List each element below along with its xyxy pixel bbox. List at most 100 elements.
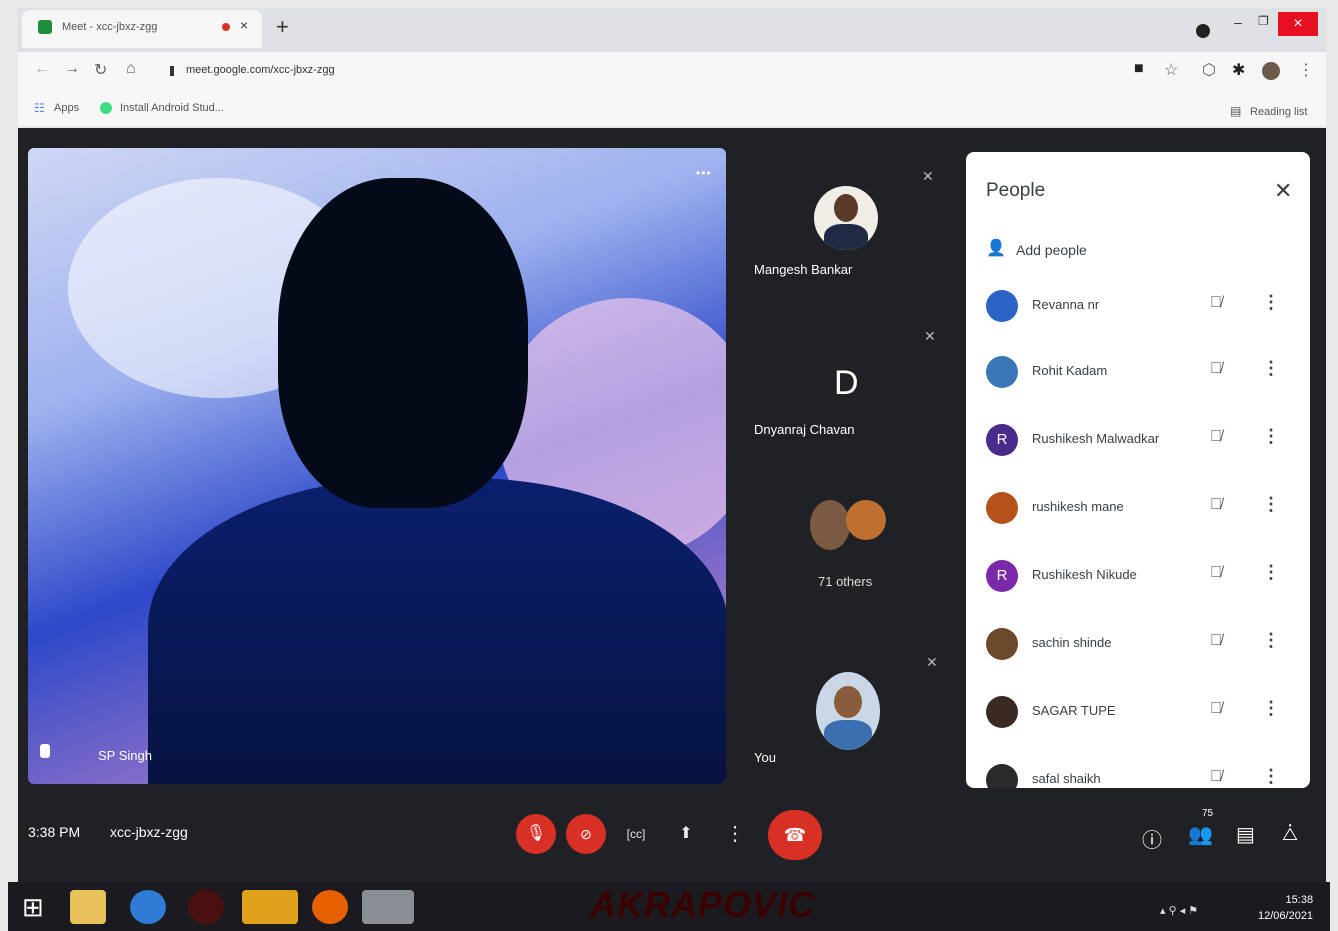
participant-avatar <box>986 356 1018 388</box>
more-options-icon[interactable]: ⋮ <box>1262 494 1280 515</box>
participant-name: Rushikesh Nikude <box>1032 567 1137 582</box>
more-options-icon[interactable]: ⋮ <box>1262 292 1280 313</box>
meeting-time: 3:38 PM <box>28 824 81 840</box>
meeting-details-icon[interactable]: ⓘ <box>1142 824 1162 853</box>
more-options-icon[interactable]: ⋮ <box>1262 562 1280 583</box>
address-bar[interactable]: meet.google.com/xcc-jbxz-zgg <box>186 64 335 76</box>
speaker-silhouette-head <box>278 178 528 508</box>
camera-toggle-button[interactable]: ⊘ <box>566 814 606 854</box>
participant-row[interactable]: SAGAR TUPE 🎙̸ ⋮ <box>966 682 1310 748</box>
tile-name-others: 71 others <box>818 574 873 589</box>
end-call-button[interactable]: ☎ <box>768 810 822 860</box>
participant-row[interactable]: rushikesh mane 🎙̸ ⋮ <box>966 478 1310 544</box>
participant-row[interactable]: safal shaikh 🎙̸ ⋮ <box>966 750 1310 788</box>
mic-off-icon: 🎙̸ <box>1210 564 1222 581</box>
tile-name-mangesh: Mangesh Bankar <box>754 262 853 277</box>
participant-name: safal shaikh <box>1032 771 1101 786</box>
reading-list-label[interactable]: Reading list <box>1250 106 1307 118</box>
new-tab-button[interactable]: + <box>276 14 289 40</box>
windows-start-icon[interactable]: ⊞ <box>22 892 44 923</box>
participant-name: SAGAR TUPE <box>1032 703 1116 718</box>
speaker-silhouette-body <box>148 478 726 784</box>
participant-name: Rohit Kadam <box>1032 363 1108 378</box>
mic-off-icon: 🎙 <box>525 825 547 842</box>
tile-more-icon[interactable]: ••• <box>696 166 712 180</box>
extension-shield-icon[interactable]: ⬡ <box>1202 60 1216 80</box>
file-explorer-icon[interactable] <box>70 890 106 924</box>
profile-dot-icon[interactable] <box>1196 24 1210 38</box>
bookmark-apps[interactable]: Apps <box>54 102 79 114</box>
close-icon[interactable]: ✕ <box>1274 178 1292 204</box>
more-options-icon[interactable]: ⋮ <box>1262 630 1280 651</box>
more-options-icon[interactable]: ⋮ <box>1262 766 1280 787</box>
chrome-taskbar-icon[interactable] <box>242 890 298 924</box>
wallpaper-logo: AKRAPOVIC <box>590 884 816 925</box>
bookmark-android-studio[interactable]: Install Android Stud... <box>120 102 224 114</box>
minimize-icon[interactable]: – <box>1234 14 1242 30</box>
edge-browser-icon[interactable] <box>130 890 166 924</box>
present-screen-icon: ⬆ <box>679 825 693 842</box>
activities-icon[interactable]: ⧊ <box>1282 824 1298 845</box>
recording-dot-icon <box>222 23 230 31</box>
more-options-icon[interactable]: ⋮ <box>1262 426 1280 447</box>
back-icon[interactable]: ← <box>34 60 50 78</box>
clock-time: 15:38 <box>1285 894 1314 906</box>
others-avatar-2 <box>846 500 886 540</box>
participant-row[interactable]: Rohit Kadam 🎙̸ ⋮ <box>966 342 1310 408</box>
reading-list-icon: ▤ <box>1230 104 1242 118</box>
mic-off-icon: 🎙̸ <box>1210 768 1222 785</box>
participant-avatar <box>986 492 1018 524</box>
firefox-icon[interactable] <box>312 890 348 924</box>
paint-icon[interactable] <box>362 890 414 924</box>
hang-up-icon: ☎ <box>783 825 807 845</box>
add-person-icon: 👤 <box>986 240 1006 257</box>
lock-icon <box>170 66 174 76</box>
participant-name: Rushikesh Malwadkar <box>1032 431 1160 446</box>
participant-count-badge: 75 <box>1202 808 1214 819</box>
clock-date: 12/06/2021 <box>1258 910 1314 922</box>
android-icon <box>100 102 112 114</box>
reload-icon[interactable]: ↻ <box>94 60 107 80</box>
mic-off-icon: ✕ <box>922 168 934 184</box>
present-button[interactable]: ⬆ <box>668 816 704 852</box>
profile-avatar[interactable] <box>1262 62 1280 80</box>
more-vert-icon: ⋮ <box>725 823 745 845</box>
more-options-icon[interactable]: ⋮ <box>1262 358 1280 379</box>
participant-row[interactable]: R Rushikesh Malwadkar 🎙̸ ⋮ <box>966 410 1310 476</box>
tray-icons[interactable]: ▴ ⚲ ◂ ⚑ <box>1160 904 1198 917</box>
extensions-puzzle-icon[interactable]: ✱ <box>1232 60 1245 80</box>
bookmark-star-icon[interactable]: ☆ <box>1164 60 1178 80</box>
people-panel-title: People <box>986 180 1046 201</box>
captions-button[interactable]: [cc] <box>618 816 654 852</box>
mic-toggle-button[interactable]: 🎙 <box>516 814 556 854</box>
chat-icon[interactable]: ▤ <box>1236 822 1255 847</box>
participant-row[interactable]: R Rushikesh Nikude 🎙̸ ⋮ <box>966 546 1310 612</box>
participant-row[interactable]: Revanna nr 🎙̸ ⋮ <box>966 276 1310 342</box>
window-close-button[interactable]: × <box>1278 12 1318 36</box>
participant-avatar-mangesh <box>814 186 878 250</box>
more-options-icon[interactable]: ⋮ <box>1262 698 1280 719</box>
participant-row[interactable]: sachin shinde 🎙̸ ⋮ <box>966 614 1310 680</box>
camera-indicator-icon[interactable]: ■ <box>1134 60 1144 78</box>
participant-avatar <box>986 696 1018 728</box>
home-icon[interactable]: ⌂ <box>126 60 136 78</box>
tab-close-icon[interactable]: × <box>240 17 248 33</box>
mic-off-icon: 🎙̸ <box>1210 294 1222 311</box>
main-tile-name: SP Singh <box>98 748 152 763</box>
more-options-button[interactable]: ⋮ <box>720 816 750 852</box>
forward-icon[interactable]: → <box>64 60 80 78</box>
app-icon[interactable] <box>188 890 224 924</box>
main-video-tile[interactable]: ••• SP Singh <box>28 148 726 784</box>
browser-tab[interactable]: Meet - xcc-jbxz-zgg × <box>22 10 262 48</box>
taskbar-clock[interactable]: 15:38 12/06/2021 <box>1258 892 1313 924</box>
meet-favicon-icon <box>38 20 52 34</box>
people-icon[interactable]: 👥 <box>1188 822 1213 847</box>
participant-avatar <box>986 764 1018 788</box>
participant-avatar: R <box>986 424 1018 456</box>
chrome-menu-icon[interactable]: ⋮ <box>1298 60 1314 80</box>
mic-off-icon: 🎙̸ <box>1210 632 1222 649</box>
meeting-code: xcc-jbxz-zgg <box>110 824 188 840</box>
browser-toolbar: ← → ↻ ⌂ meet.google.com/xcc-jbxz-zgg ■ ☆… <box>18 52 1326 90</box>
maximize-icon[interactable]: ❐ <box>1258 14 1269 28</box>
add-people-button[interactable]: Add people <box>1016 242 1087 258</box>
